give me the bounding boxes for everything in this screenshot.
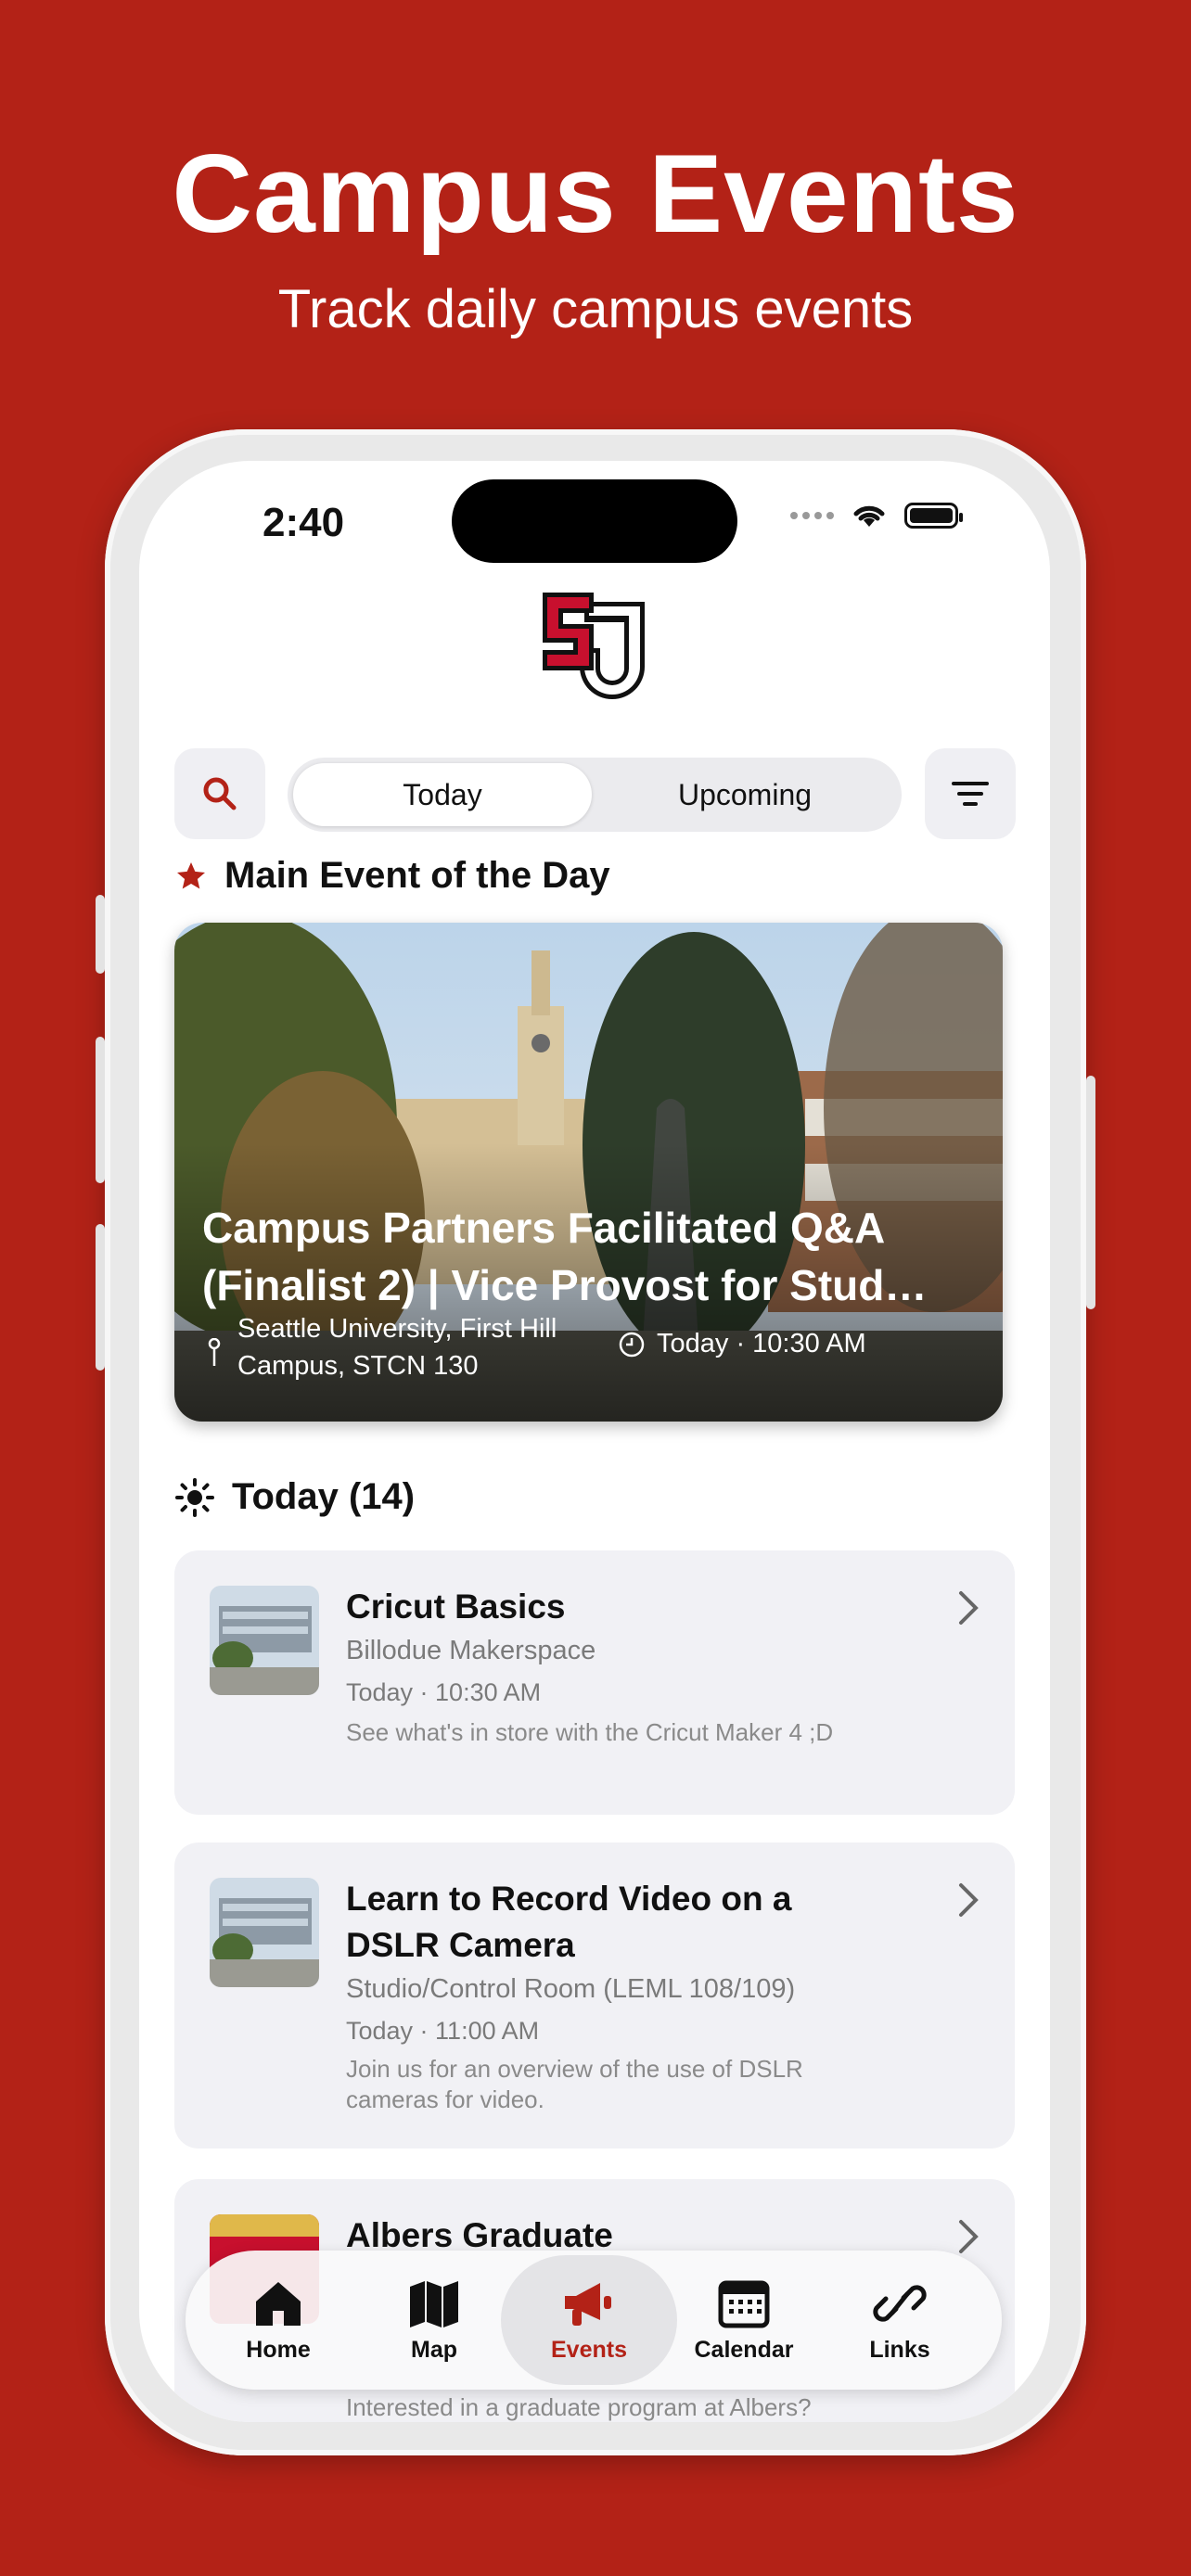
search-button[interactable]: [174, 748, 265, 839]
filter-icon: [952, 782, 989, 806]
su-logo: [543, 593, 645, 699]
filter-button[interactable]: [925, 748, 1016, 839]
calendar-icon: [718, 2280, 770, 2327]
dynamic-island: [452, 479, 737, 563]
event-title: Cricut Basics: [346, 1588, 566, 1626]
tab-home-label: Home: [246, 2336, 311, 2363]
chevron-right-icon: [959, 2220, 979, 2253]
tab-calendar-label: Calendar: [694, 2336, 794, 2363]
phone-side-button: [96, 895, 105, 974]
segment-today[interactable]: Today: [293, 763, 592, 826]
tab-events[interactable]: Events: [501, 2255, 677, 2385]
phone-volume-up: [96, 1037, 105, 1183]
location-pin-icon: [208, 1338, 221, 1366]
link-icon: [873, 2284, 927, 2322]
main-event-time: Today · 10:30 AM: [657, 1329, 866, 1358]
event-description: Join us for an overview of the use of DS…: [346, 2055, 803, 2113]
home-icon: [256, 2281, 301, 2326]
tab-map-label: Map: [411, 2336, 457, 2363]
map-icon: [410, 2280, 458, 2327]
clock-icon: [619, 1332, 645, 1357]
event-description: Interested in a graduate program at Albe…: [346, 2393, 812, 2421]
status-time: 2:40: [263, 500, 345, 545]
event-time: Today · 10:30 AM: [346, 1678, 542, 1706]
sun-icon: [175, 1477, 214, 1517]
event-time: Today · 11:00 AM: [346, 2017, 540, 2045]
event-location: Studio/Control Room (LEML 108/109): [346, 1974, 796, 2004]
wifi-icon: [853, 505, 885, 527]
megaphone-icon: [565, 2282, 611, 2326]
event-thumbnail: [210, 1586, 319, 1695]
main-event-location: Seattle University, First Hill Campus, S…: [237, 1314, 557, 1381]
event-title: Learn to Record Video on a DSLR Camera: [346, 1880, 792, 1964]
event-thumbnail: [210, 1878, 319, 1987]
tab-map[interactable]: Map: [360, 2251, 508, 2390]
event-card-cricut[interactable]: Cricut Basics Billodue Makerspace Today …: [174, 1550, 1015, 1815]
main-event-title: Campus Partners Facilitated Q&A (Finalis…: [202, 1204, 928, 1309]
tab-links[interactable]: Links: [826, 2251, 974, 2390]
signal-icon: [790, 512, 834, 519]
tab-home[interactable]: Home: [204, 2251, 352, 2390]
event-card-dslr[interactable]: Learn to Record Video on a DSLR Camera S…: [174, 1843, 1015, 2149]
today-heading: Today (14): [174, 1476, 415, 1518]
main-event-heading-label: Main Event of the Day: [224, 855, 610, 896]
tab-bar: Home Map Events Calendar Links: [186, 2251, 1002, 2390]
status-icons: [790, 502, 963, 529]
star-icon: [177, 861, 205, 888]
promo-title: Campus Events: [172, 132, 1019, 256]
day-segmented-control: Today Upcoming: [288, 758, 902, 832]
chevron-right-icon: [959, 1883, 979, 1917]
event-location: Billodue Makerspace: [346, 1636, 596, 1665]
phone-power-button: [1086, 1076, 1095, 1309]
tab-links-label: Links: [869, 2336, 930, 2363]
event-description: See what's in store with the Cricut Make…: [346, 1718, 834, 1746]
today-heading-label: Today (14): [232, 1476, 416, 1517]
search-icon: [203, 777, 237, 810]
segment-upcoming[interactable]: Upcoming: [594, 763, 896, 826]
phone-volume-down: [96, 1224, 105, 1371]
tab-events-label: Events: [551, 2336, 627, 2363]
battery-icon: [904, 503, 963, 529]
main-event-heading: Main Event of the Day: [174, 855, 610, 897]
promo-subtitle: Track daily campus events: [277, 279, 914, 339]
tab-calendar[interactable]: Calendar: [670, 2251, 818, 2390]
main-event-time-row: Today · 10:30 AM: [618, 1329, 866, 1359]
chevron-right-icon: [959, 1591, 979, 1625]
app-screen: 2:40 Today Upcoming Main Event of the Da…: [139, 461, 1050, 2422]
main-event-card[interactable]: Campus Partners Facilitated Q&A (Finalis…: [174, 923, 1003, 1422]
